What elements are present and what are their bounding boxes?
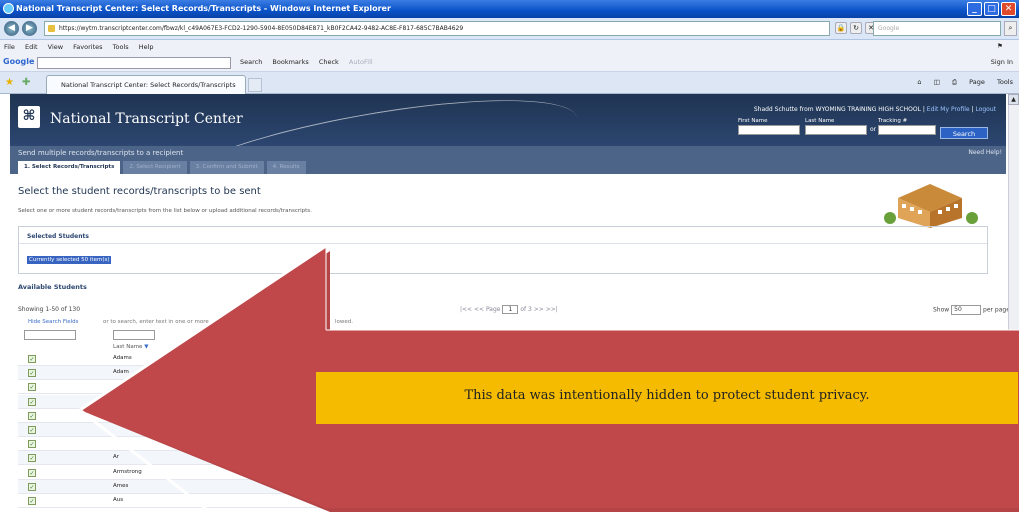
- home-icon[interactable]: ⌂: [917, 78, 921, 86]
- menu-file[interactable]: File: [4, 43, 15, 51]
- tab-bar: ★ ✚ National Transcript Center: Select R…: [0, 72, 1019, 94]
- print-icon[interactable]: ⎙: [952, 78, 957, 86]
- close-window-button[interactable]: ✕: [1001, 2, 1016, 16]
- maximize-button[interactable]: □: [984, 2, 999, 16]
- window-titlebar: National Transcript Center: Select Recor…: [0, 0, 1019, 18]
- google-logo: Google: [3, 57, 35, 66]
- lock-icon[interactable]: 🔒: [835, 22, 847, 34]
- google-search-input[interactable]: [37, 57, 231, 69]
- google-toolbar: Google Search Bookmarks Check AutoFill S…: [0, 54, 1019, 72]
- google-search-button[interactable]: Search: [240, 58, 262, 66]
- menu-view[interactable]: View: [48, 43, 63, 51]
- menu-tools[interactable]: Tools: [113, 43, 129, 51]
- page-menu[interactable]: Page: [969, 78, 985, 86]
- privacy-arrow-overlay: [79, 244, 1019, 512]
- menu-edit[interactable]: Edit: [25, 43, 38, 51]
- browser-search-input[interactable]: Google: [873, 21, 1001, 36]
- windows-flag-icon: ⚑: [997, 42, 1003, 50]
- favorites-star-icon[interactable]: ★: [5, 77, 14, 88]
- window-title: National Transcript Center: Select Recor…: [16, 4, 391, 13]
- menu-favorites[interactable]: Favorites: [73, 43, 102, 51]
- tools-menu[interactable]: Tools: [997, 78, 1013, 86]
- menu-help[interactable]: Help: [139, 43, 154, 51]
- google-bookmarks-button[interactable]: Bookmarks: [272, 58, 308, 66]
- google-signin-link[interactable]: Sign In: [991, 58, 1013, 66]
- privacy-notice: This data was intentionally hidden to pr…: [464, 388, 870, 403]
- url-field[interactable]: https://wytrn.transcriptcenter.com/fbwz/…: [44, 21, 830, 36]
- ie-logo-icon: [3, 3, 14, 14]
- page-icon: [48, 25, 55, 32]
- google-autofill-button[interactable]: AutoFill: [349, 58, 373, 66]
- refresh-icon[interactable]: ↻: [850, 22, 862, 34]
- menu-bar: File Edit View Favorites Tools Help ⚑: [0, 40, 1019, 54]
- add-favorites-icon[interactable]: ✚: [22, 77, 30, 88]
- new-tab-button[interactable]: [248, 78, 262, 92]
- forward-button[interactable]: ▶: [22, 21, 37, 36]
- feeds-icon[interactable]: ◫: [934, 78, 940, 86]
- google-check-button[interactable]: Check: [319, 58, 339, 66]
- search-icon[interactable]: ⌕: [1004, 21, 1017, 36]
- url-text: https://wytrn.transcriptcenter.com/fbwz/…: [59, 25, 464, 32]
- back-button[interactable]: ◀: [4, 21, 19, 36]
- minimize-button[interactable]: _: [967, 2, 982, 16]
- address-bar: ◀ ▶ https://wytrn.transcriptcenter.com/f…: [0, 18, 1019, 40]
- tab-transcript-center[interactable]: National Transcript Center: Select Recor…: [46, 75, 246, 94]
